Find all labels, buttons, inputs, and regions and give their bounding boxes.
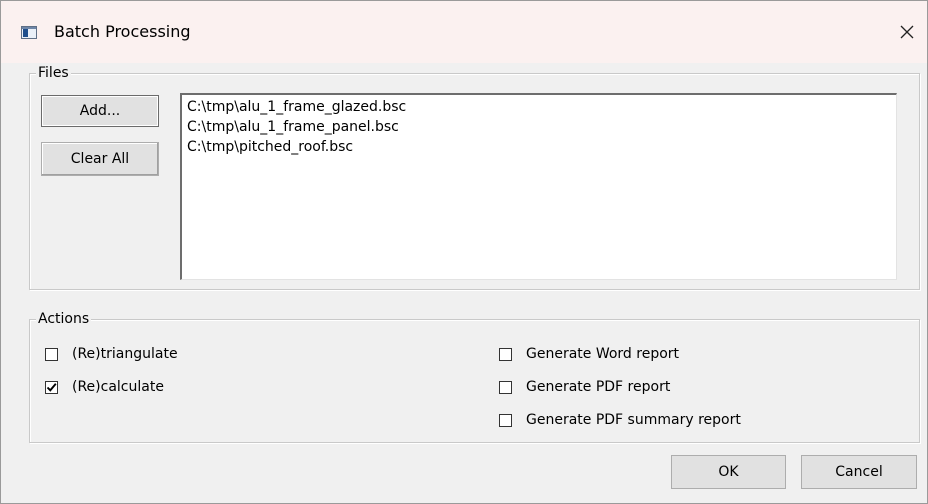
retriangulate-checkbox[interactable] xyxy=(45,347,58,361)
pdf-report-checkbox[interactable] xyxy=(499,380,512,394)
file-list[interactable]: C:\tmp\alu_1_frame_glazed.bsc C:\tmp\alu… xyxy=(180,93,897,280)
retriangulate-option[interactable]: (Re)triangulate xyxy=(45,344,178,364)
window-app-icon xyxy=(21,26,37,39)
close-button[interactable] xyxy=(887,15,927,49)
pdf-report-label: Generate PDF report xyxy=(526,379,671,395)
pdf-report-option[interactable]: Generate PDF report xyxy=(499,377,670,397)
word-report-option[interactable]: Generate Word report xyxy=(499,344,679,364)
list-item[interactable]: C:\tmp\pitched_roof.bsc xyxy=(187,137,891,157)
recalculate-option[interactable]: (Re)calculate xyxy=(45,377,164,397)
batch-processing-dialog: Batch Processing Files Add... Clear All … xyxy=(0,0,928,504)
pdf-summary-report-checkbox[interactable] xyxy=(499,413,512,427)
list-item[interactable]: C:\tmp\alu_1_frame_glazed.bsc xyxy=(187,97,891,117)
ok-button[interactable]: OK xyxy=(671,455,786,489)
pdf-summary-report-option[interactable]: Generate PDF summary report xyxy=(499,410,741,430)
clear-all-button[interactable]: Clear All xyxy=(41,142,159,176)
add-files-button[interactable]: Add... xyxy=(41,95,159,127)
pdf-summary-report-label: Generate PDF summary report xyxy=(526,412,741,428)
word-report-checkbox[interactable] xyxy=(499,347,512,361)
word-report-label: Generate Word report xyxy=(526,346,680,362)
cancel-button[interactable]: Cancel xyxy=(801,455,917,489)
close-icon xyxy=(900,25,914,39)
files-group-label: Files xyxy=(36,64,71,82)
title-bar: Batch Processing xyxy=(1,1,927,63)
recalculate-label: (Re)calculate xyxy=(72,379,164,395)
actions-group-label: Actions xyxy=(36,310,92,328)
window-title: Batch Processing xyxy=(54,22,191,41)
retriangulate-label: (Re)triangulate xyxy=(72,346,178,362)
recalculate-checkbox[interactable] xyxy=(45,380,58,394)
list-item[interactable]: C:\tmp\alu_1_frame_panel.bsc xyxy=(187,117,891,137)
checkmark-icon xyxy=(46,382,57,392)
